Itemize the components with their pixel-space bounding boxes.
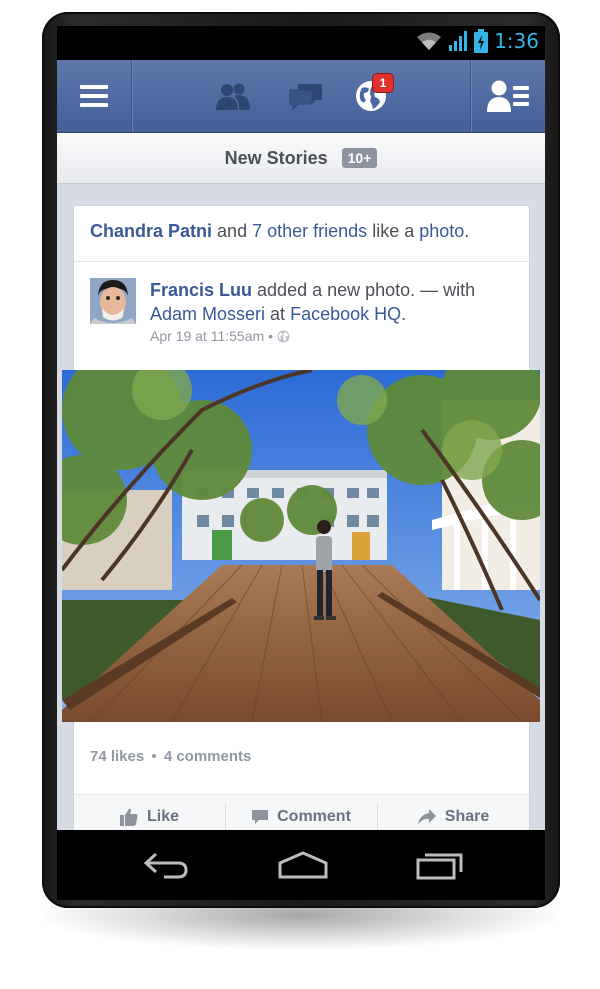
home-button[interactable] [277,850,329,885]
clock: 1:36 [494,29,539,53]
notifications-badge: 1 [373,74,393,92]
post-at: at [270,304,286,324]
back-button[interactable] [142,850,190,885]
like-button[interactable]: Like [74,795,224,830]
story-verb: like a [372,221,415,241]
share-arrow-icon [417,809,436,825]
home-icon [278,851,328,879]
comment-button[interactable]: Comment [226,795,376,830]
post-photo[interactable] [62,370,540,722]
comments-count[interactable]: 4 comments [164,748,252,765]
menu-icon [80,85,108,107]
signal-icon [449,31,468,51]
story-connector: and [217,221,248,241]
thumbs-up-icon [119,808,138,826]
campus-walkway-photo [62,370,540,722]
author-photo [90,278,136,324]
notifications-button[interactable] [347,60,395,132]
like-label: Like [146,808,179,825]
privacy-globe-icon [277,330,290,342]
post-date[interactable]: Apr 19 at 11:55am [150,328,264,344]
messages-icon [289,84,322,110]
topbar-divider [131,60,132,132]
stats-dot: • [151,748,157,765]
wifi-icon [417,32,442,50]
place-link[interactable]: Facebook HQ [290,304,401,324]
share-button[interactable]: Share [378,795,528,830]
recents-button[interactable] [415,850,465,885]
post-text: Francis Luu added a new photo. — with Ad… [150,278,515,326]
new-stories-count: 10+ [341,148,378,168]
share-label: Share [444,808,490,825]
menu-button[interactable] [57,60,131,132]
post-meta: Apr 19 at 11:55am • [150,328,290,344]
chat-sidebar-button[interactable] [471,60,545,132]
story-end: . [464,221,470,241]
story-header: Chandra Patni and 7 other friends like a… [90,221,469,242]
action-bar: Like Comment Share [74,794,529,830]
android-nav-bar [57,830,545,900]
author-link[interactable]: Francis Luu [150,280,252,300]
friend-requests-button[interactable] [209,60,257,132]
meta-separator: • [268,328,274,344]
likes-count[interactable]: 74 likes [90,748,144,765]
photo-link[interactable]: photo [419,221,464,241]
avatar[interactable] [90,278,136,324]
tagged-link[interactable]: Adam Mosseri [150,304,265,324]
new-stories-label: New Stories [224,147,328,168]
story-divider [74,261,529,262]
new-stories-bar[interactable]: New Stories 10+ [57,133,545,184]
comment-label: Comment [277,808,351,825]
post-stats: 74 likes • 4 comments [90,748,251,765]
messages-button[interactable] [282,60,330,132]
top-bar: 1 [57,60,545,133]
post-end: . [401,304,407,324]
status-bar: 1:36 [57,26,545,60]
recents-icon [416,853,463,880]
comment-icon [252,810,269,824]
contacts-icon [487,80,529,112]
post-action: added a new photo. — with [257,280,476,300]
actor-link[interactable]: Chandra Patni [90,221,212,241]
back-icon [143,852,188,879]
others-link[interactable]: 7 other friends [252,221,367,241]
battery-charging-icon [474,29,489,53]
friends-icon [216,83,250,110]
